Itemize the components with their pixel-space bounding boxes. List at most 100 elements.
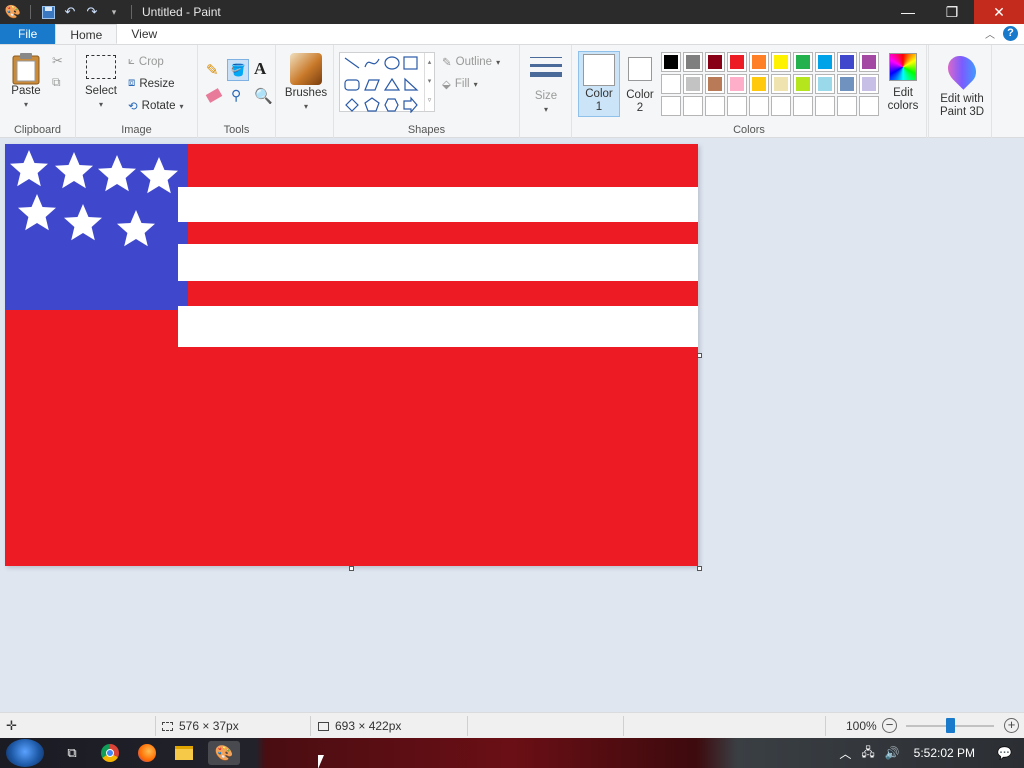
color-swatch[interactable]: [661, 74, 681, 94]
color-swatch[interactable]: [837, 52, 857, 72]
save-icon[interactable]: [39, 3, 57, 21]
paint-taskbar-icon[interactable]: 🎨: [208, 741, 240, 765]
color-swatch[interactable]: [837, 96, 857, 116]
shapes-gallery[interactable]: ▴ ▾ ▿: [339, 52, 435, 114]
crop-button[interactable]: ⟀ Crop: [128, 55, 164, 68]
color2-button[interactable]: Color 2: [622, 53, 658, 115]
network-icon[interactable]: 🖧: [861, 743, 874, 764]
color-swatch[interactable]: [749, 52, 769, 72]
paste-button[interactable]: Paste ▾: [8, 51, 44, 111]
resize-handle-right[interactable]: [697, 353, 702, 358]
chevron-down-icon: ▾: [303, 102, 308, 111]
color-swatch[interactable]: [683, 96, 703, 116]
color-swatch[interactable]: [661, 96, 681, 116]
color1-button[interactable]: Color 1: [578, 51, 620, 117]
color-swatch[interactable]: [749, 74, 769, 94]
color-swatch[interactable]: [793, 74, 813, 94]
copy-icon[interactable]: ⧉: [52, 75, 61, 90]
undo-icon[interactable]: ↶: [61, 3, 79, 21]
tab-file[interactable]: File: [0, 24, 56, 44]
select-button[interactable]: Select ▾: [84, 55, 118, 111]
brush-icon: [290, 53, 322, 85]
edit-colors-button[interactable]: Edit colors: [882, 53, 924, 113]
color-swatch[interactable]: [727, 96, 747, 116]
drawing-canvas[interactable]: [5, 144, 698, 566]
color-swatch[interactable]: [771, 52, 791, 72]
color-swatch[interactable]: [771, 74, 791, 94]
hexagon-shape-icon: [384, 98, 399, 112]
outline-button[interactable]: ✎ Outline ▾: [442, 55, 500, 69]
zoom-slider-thumb[interactable]: [946, 718, 955, 733]
help-icon[interactable]: ?: [1003, 26, 1018, 41]
volume-icon[interactable]: 🔊: [885, 746, 900, 760]
redo-icon[interactable]: ↷: [83, 3, 101, 21]
color-swatch[interactable]: [683, 74, 703, 94]
text-icon[interactable]: A: [254, 59, 266, 79]
color-swatch[interactable]: [771, 96, 791, 116]
diamond-shape-icon: [345, 98, 359, 112]
color-swatch[interactable]: [859, 96, 879, 116]
color-swatch[interactable]: [727, 74, 747, 94]
shapes-scrollbar[interactable]: ▴ ▾ ▿: [424, 53, 434, 111]
fill-bucket-icon[interactable]: 🪣: [227, 59, 249, 81]
minimize-icon[interactable]: —: [886, 0, 930, 24]
zoom-out-icon[interactable]: −: [882, 718, 897, 733]
cut-icon[interactable]: ✂: [52, 53, 63, 69]
oval-shape-icon: [384, 56, 400, 70]
tab-home[interactable]: Home: [55, 24, 118, 44]
color-swatch[interactable]: [793, 96, 813, 116]
color-swatch[interactable]: [705, 74, 725, 94]
close-icon[interactable]: ✕: [974, 0, 1024, 24]
eraser-icon[interactable]: [205, 88, 223, 103]
color-swatch[interactable]: [749, 96, 769, 116]
restore-icon[interactable]: ❐: [930, 0, 974, 24]
resize-handle-corner[interactable]: [697, 566, 702, 571]
paint-app-icon[interactable]: 🎨: [4, 3, 22, 21]
color-swatch[interactable]: [793, 52, 813, 72]
color-swatch[interactable]: [859, 74, 879, 94]
flag-stars: [10, 150, 178, 247]
crop-label: Crop: [138, 55, 164, 68]
pencil-icon[interactable]: ✎: [206, 61, 219, 79]
cursor-position: ✛: [6, 713, 17, 739]
customize-qat-icon[interactable]: ▾: [105, 3, 123, 21]
color-swatch[interactable]: [815, 74, 835, 94]
zoom-in-icon[interactable]: +: [1004, 718, 1019, 733]
clock[interactable]: 5:52:02 PM: [914, 746, 975, 760]
color-swatch[interactable]: [859, 52, 879, 72]
color-swatch[interactable]: [683, 52, 703, 72]
task-view-icon[interactable]: ⧉: [60, 741, 84, 765]
outline-label: Outline: [455, 56, 493, 68]
start-button[interactable]: [6, 739, 44, 767]
chevron-down-icon: ▾: [543, 105, 548, 114]
color2-label: Color: [626, 89, 654, 101]
brushes-button[interactable]: Brushes ▾: [282, 53, 330, 113]
collapse-ribbon-icon[interactable]: ︿: [985, 26, 995, 41]
color1-swatch: [583, 54, 615, 86]
color-swatch[interactable]: [837, 74, 857, 94]
color-swatch[interactable]: [661, 52, 681, 72]
color-swatch[interactable]: [705, 52, 725, 72]
line-shape-icon: [344, 57, 360, 69]
chrome-icon[interactable]: [98, 741, 122, 765]
notifications-icon[interactable]: 💬: [997, 746, 1012, 760]
fill-button[interactable]: ⬙ Fill ▾: [442, 77, 478, 91]
edit-with-paint3d-button[interactable]: Edit with Paint 3D: [933, 50, 991, 119]
rotate-button[interactable]: ⟲ Rotate ▾: [128, 99, 184, 113]
system-tray: ︿ 🖧 🔊 5:52:02 PM 💬: [829, 738, 1024, 768]
color-swatch[interactable]: [727, 52, 747, 72]
quick-access-toolbar: 🎨 ↶ ↷ ▾: [0, 3, 136, 21]
color-swatch[interactable]: [815, 52, 835, 72]
show-hidden-icons-icon[interactable]: ︿: [839, 745, 851, 762]
resize-button[interactable]: ⧈ Resize: [128, 77, 174, 90]
firefox-icon[interactable]: [135, 741, 159, 765]
resize-handle-bottom[interactable]: [349, 566, 354, 571]
color-picker-icon[interactable]: ⚲: [231, 87, 241, 104]
canvas-workspace[interactable]: [0, 138, 1024, 712]
size-button[interactable]: Size ▾: [528, 55, 564, 116]
file-explorer-icon[interactable]: [172, 741, 196, 765]
color-swatch[interactable]: [815, 96, 835, 116]
tab-view[interactable]: View: [117, 24, 171, 44]
magnifier-icon[interactable]: 🔍: [254, 87, 273, 105]
color-swatch[interactable]: [705, 96, 725, 116]
